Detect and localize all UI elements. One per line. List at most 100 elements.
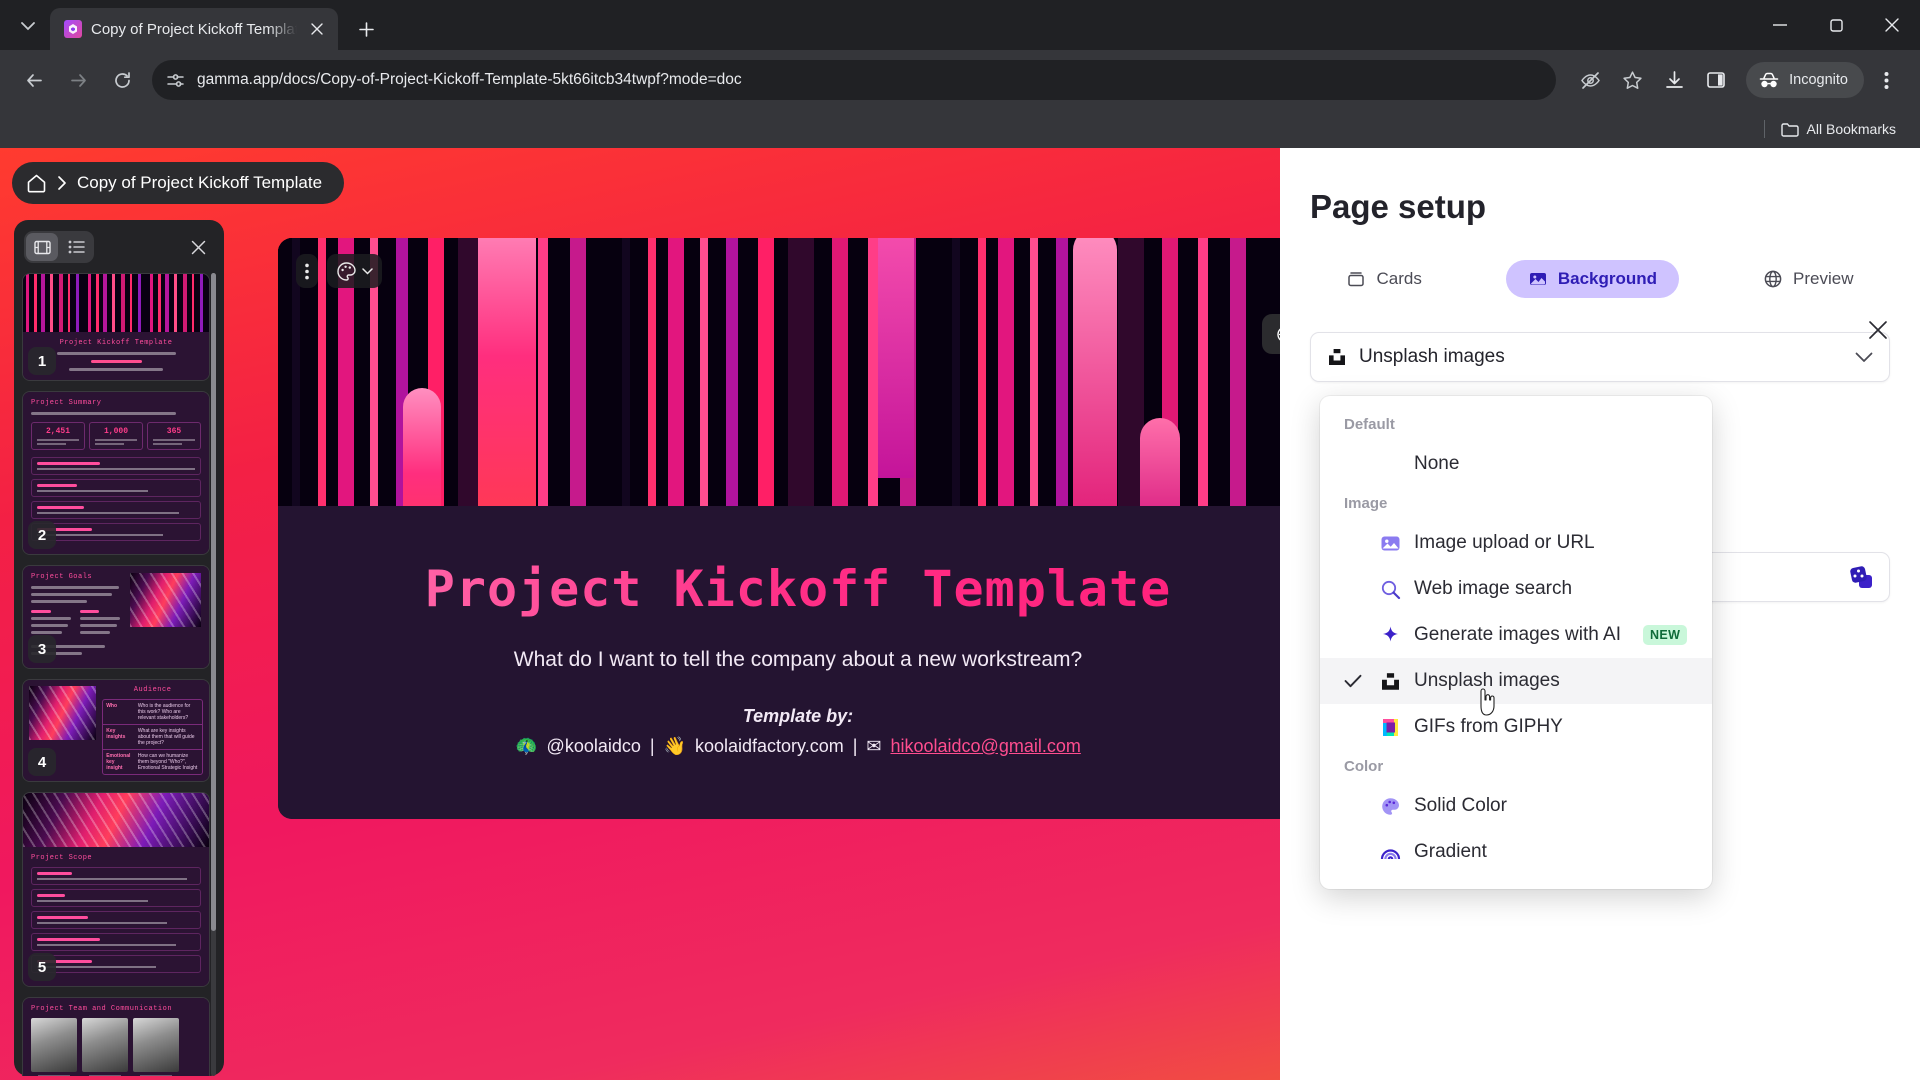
unsplash-icon [1378,669,1402,693]
palette-icon [1378,794,1402,818]
sparkle-icon [1378,623,1402,647]
dropdown-item-giphy[interactable]: GIFs from GIPHY [1320,704,1712,750]
dropdown-item-generate-ai[interactable]: Generate images with AI NEW [1320,612,1712,658]
tab-preview[interactable]: Preview [1741,260,1875,298]
all-bookmarks-label: All Bookmarks [1806,121,1896,137]
chevron-down-icon[interactable] [1855,352,1873,363]
view-mode-toggle [24,231,94,263]
slide-number: 2 [28,521,56,549]
dropdown-item-solid-color[interactable]: Solid Color [1320,783,1712,829]
gamma-logo-icon [64,20,82,38]
palette-icon[interactable] [327,254,382,288]
browser-window: Copy of Project Kickoff Template gamma.a… [0,0,1920,1080]
new-badge: NEW [1643,625,1688,645]
background-source-dropdown[interactable]: Default None Image Image upload or URL W… [1320,396,1712,889]
maximize-icon[interactable] [1808,0,1864,50]
thumbnail-title: Project Kickoff Template [59,339,173,347]
slide-thumbnail[interactable]: Project Goals 3 [22,565,210,669]
unsplash-icon [1327,347,1347,367]
slide-thumbnail[interactable]: Project Scope 5 [22,792,210,987]
dropdown-item-label: Unsplash images [1414,670,1560,691]
tab-cards[interactable]: Cards [1324,260,1443,298]
tab-background[interactable]: Background [1505,260,1680,298]
browser-tab[interactable]: Copy of Project Kickoff Template [50,8,338,50]
credit-email-link[interactable]: hikoolaidco@gmail.com [891,736,1081,757]
slide-thumbnail[interactable]: Project Kickoff Template 1 [22,273,210,381]
eye-slash-icon[interactable] [1570,60,1610,100]
grid-view-icon[interactable] [26,233,58,261]
breadcrumb[interactable]: Copy of Project Kickoff Template [12,162,345,204]
slide-number: 4 [28,748,56,776]
credit-separator: | [852,736,858,756]
reload-icon[interactable] [102,60,142,100]
credit-website: koolaidfactory.com [694,736,844,756]
site-settings-icon[interactable] [166,71,185,90]
thumbnail-hero-image [23,793,209,847]
window-close-icon[interactable] [1864,0,1920,50]
card-toolbar [296,254,382,288]
slide-thumbnail-list[interactable]: Project Kickoff Template 1 Project Summa… [22,273,216,1076]
dropdown-item-gradient[interactable]: Gradient [1320,829,1712,875]
dropdown-group-label: Color [1344,758,1384,775]
slide-thumbnail[interactable]: Audience Who Who is the audience for this… [22,679,210,782]
star-icon[interactable] [1612,60,1652,100]
tab-title: Copy of Project Kickoff Template [91,20,297,38]
slide-number: 1 [28,347,56,375]
template-by-label: Template by: [742,706,854,726]
tab-strip: Copy of Project Kickoff Template [0,0,1920,50]
slide-thumbnail[interactable]: Project Team and Communication 6 [22,997,210,1076]
dropdown-item-none[interactable]: None [1320,441,1712,487]
close-tab-icon[interactable] [306,18,328,40]
list-view-icon[interactable] [60,233,92,261]
dropdown-item-label: None [1414,453,1460,474]
dropdown-item-label: Image upload or URL [1414,532,1595,553]
chevron-down-icon [362,267,373,275]
back-arrow-icon[interactable] [14,60,54,100]
image-upload-icon [1378,531,1402,555]
credits-row: 🦚 @koolaidco | 👋 koolaidfactory.com | ✉ … [318,736,1278,757]
thumbnail-title: Project Team and Communication [31,1005,173,1013]
side-panel-icon[interactable] [1696,60,1736,100]
three-dots-vertical-icon[interactable] [1866,60,1906,100]
slide-number: 5 [28,953,56,981]
document-card[interactable]: Project Kickoff Template What do I want … [278,238,1318,819]
credit-emoji-2: 👋 [663,736,686,756]
close-slide-panel-icon[interactable] [184,233,212,261]
team-member-avatar [133,1018,179,1076]
no-icon [1378,452,1402,476]
home-icon[interactable] [26,173,47,194]
checkmark-icon [1344,674,1366,688]
dropdown-group-label: Image [1344,495,1388,512]
dropdown-item-label: Generate images with AI [1414,624,1621,645]
thumbnail-title: Project Scope [31,854,93,862]
background-source-select[interactable]: Unsplash images [1310,332,1890,382]
credit-separator: | [649,736,655,756]
thumbnail-title: Project Summary [31,399,102,407]
new-tab-button[interactable] [348,11,384,47]
slide-thumbnail[interactable]: Project Summary 2,451 1,000 365 2 [22,391,210,555]
three-dots-vertical-icon[interactable] [296,254,318,288]
address-bar[interactable]: gamma.app/docs/Copy-of-Project-Kickoff-T… [152,60,1557,100]
scrollbar-thumb[interactable] [211,273,216,932]
minimize-icon[interactable] [1752,0,1808,50]
credit-emoji-3: ✉ [866,736,882,756]
all-bookmarks-button[interactable]: All Bookmarks [1775,117,1902,141]
address-bar-url: gamma.app/docs/Copy-of-Project-Kickoff-T… [197,71,742,88]
forward-arrow-icon[interactable] [58,60,98,100]
credit-emoji-1: 🦚 [515,736,538,756]
tab-search-icon[interactable] [6,6,50,46]
team-member-avatar [31,1018,77,1076]
gradient-icon [1378,840,1402,864]
magnifier-icon [1378,577,1402,601]
thumbnail-title: Project Goals [31,573,93,581]
slide-panel-header [22,229,216,273]
dropdown-item-unsplash[interactable]: Unsplash images [1320,658,1712,704]
dropdown-item-web-search[interactable]: Web image search [1320,566,1712,612]
incognito-icon [1758,72,1780,89]
shuffle-dice-icon[interactable] [1847,563,1875,591]
breadcrumb-title: Copy of Project Kickoff Template [77,173,323,192]
dropdown-item-image-upload[interactable]: Image upload or URL [1320,520,1712,566]
close-icon[interactable] [1862,314,1894,346]
profile-incognito-button[interactable]: Incognito [1746,62,1864,98]
download-icon[interactable] [1654,60,1694,100]
